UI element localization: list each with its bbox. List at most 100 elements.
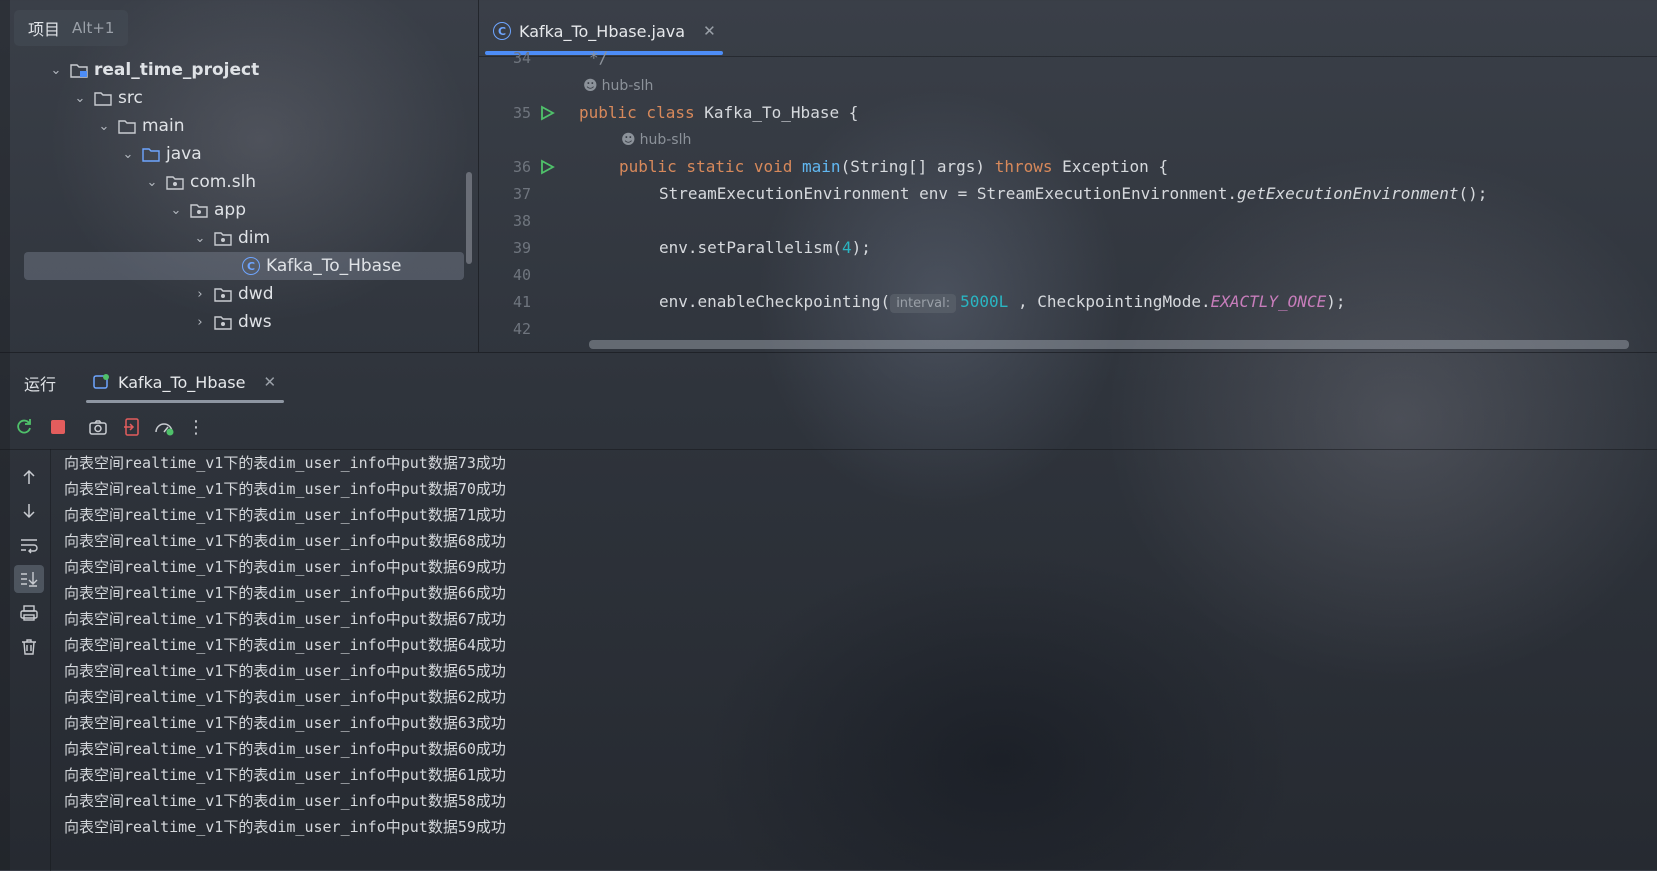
soft-wrap-icon (21, 539, 38, 554)
user-icon: ☻ (583, 78, 598, 94)
chevron-down-icon[interactable]: ⌄ (48, 63, 64, 78)
code-line-35[interactable]: 35 public class Kafka_To_Hbase { (479, 99, 1657, 126)
close-icon[interactable]: ✕ (703, 22, 716, 40)
console-side-toolbar (10, 449, 51, 871)
tree-item-java[interactable]: ⌄ java (120, 140, 202, 168)
close-icon[interactable]: ✕ (263, 373, 276, 391)
scroll-down-button[interactable] (14, 497, 44, 525)
arrow-down-icon (23, 504, 35, 519)
author-name: hub-slh (601, 78, 654, 94)
project-tree: ⌄ real_time_project ⌄ src ⌄ main ⌄ java … (0, 56, 478, 352)
clear-all-button[interactable] (14, 633, 44, 661)
code-text: env.enableCheckpointing(interval: 5000L ,… (659, 292, 1345, 313)
run-class-icon[interactable] (539, 104, 555, 121)
run-main-icon[interactable] (539, 158, 555, 175)
code-line-37[interactable]: 37 StreamExecutionEnvironment env = Stre… (479, 180, 1657, 207)
chevron-right-icon[interactable]: › (192, 315, 208, 330)
trash-icon (22, 639, 36, 655)
code-text: */ (589, 48, 609, 67)
tree-item-src[interactable]: ⌄ src (72, 84, 143, 112)
project-tool-tab[interactable]: 项目 Alt+1 (14, 10, 129, 46)
code-line-42[interactable]: 42 (479, 315, 1657, 342)
code-plain: (String[] args) (840, 157, 995, 176)
stop-icon (51, 420, 65, 434)
tree-item-label: app (214, 200, 246, 220)
code-text: public class Kafka_To_Hbase { (579, 103, 858, 122)
tree-item-label: dws (238, 312, 272, 332)
console-line: 向表空间realtime_v1下的表dim_user_info中put数据71成… (64, 506, 506, 524)
tree-scrollbar[interactable] (466, 172, 472, 264)
chevron-right-icon[interactable]: › (192, 287, 208, 302)
package-icon (214, 315, 232, 330)
line-number: 36 (512, 157, 531, 176)
editor-tab-kafka-to-hbase[interactable]: C Kafka_To_Hbase.java ✕ (493, 14, 716, 48)
rerun-button[interactable] (10, 413, 38, 441)
package-icon (190, 203, 208, 218)
code-line-36[interactable]: 36 public static void main(String[] args… (479, 153, 1657, 180)
line-number: 41 (512, 292, 531, 311)
code-method: main (802, 157, 841, 176)
run-toolbar: ⋮ (0, 405, 1657, 450)
run-tab-kafka-to-hbase[interactable]: Kafka_To_Hbase ✕ (92, 367, 276, 397)
tree-item-label: src (118, 88, 143, 108)
code-line-40[interactable]: 40 (479, 261, 1657, 288)
scroll-up-button[interactable] (14, 463, 44, 491)
code-plain: ); (851, 238, 871, 257)
stop-button[interactable] (44, 413, 72, 441)
run-header: 运行 Kafka_To_Hbase ✕ (0, 353, 1657, 405)
code-editor: C Kafka_To_Hbase.java ✕ 34 */ ☻ hub-slh … (478, 0, 1657, 352)
author-hint[interactable]: ☻ hub-slh (621, 130, 691, 150)
dump-threads-button[interactable] (84, 413, 112, 441)
code-plain: Exception { (1052, 157, 1169, 176)
module-folder-icon (70, 63, 88, 78)
console-line: 向表空间realtime_v1下的表dim_user_info中put数据67成… (64, 610, 506, 628)
tree-item-app[interactable]: ⌄ app (168, 196, 246, 224)
line-number: 38 (512, 211, 531, 230)
code-plain: env.enableCheckpointing( (659, 292, 891, 311)
code-keyword: public class (579, 103, 695, 122)
scroll-to-end-button[interactable] (14, 565, 44, 593)
code-line-38[interactable]: 38 (479, 207, 1657, 234)
tree-item-label: main (142, 116, 185, 136)
exit-button[interactable] (118, 413, 146, 441)
tree-item-main[interactable]: ⌄ main (96, 112, 185, 140)
user-icon: ☻ (621, 132, 636, 148)
code-line-39[interactable]: 39 env.setParallelism(4); (479, 234, 1657, 261)
rerun-icon (17, 419, 31, 434)
run-config-icon (93, 374, 109, 389)
arrow-up-icon (23, 469, 35, 484)
code-plain: StreamExecutionEnvironment env = StreamE… (659, 184, 1237, 203)
tree-item-dws[interactable]: › dws (192, 308, 272, 336)
tree-item-kafka-to-hbase[interactable]: C Kafka_To_Hbase (24, 252, 464, 280)
console-output[interactable]: 向表空间realtime_v1下的表dim_user_info中put数据73成… (64, 449, 1657, 871)
author-hint[interactable]: ☻ hub-slh (583, 76, 653, 96)
tree-item-label: com.slh (190, 172, 257, 192)
code-line-41[interactable]: 41 env.enableCheckpointing(interval: 5000… (479, 288, 1657, 315)
chevron-down-icon[interactable]: ⌄ (144, 175, 160, 190)
print-button[interactable] (14, 599, 44, 627)
chevron-down-icon[interactable]: ⌄ (192, 231, 208, 246)
author-name: hub-slh (639, 132, 692, 148)
profiler-button[interactable] (150, 413, 178, 441)
package-icon (214, 287, 232, 302)
console-line: 向表空间realtime_v1下的表dim_user_info中put数据63成… (64, 714, 506, 732)
chevron-down-icon[interactable]: ⌄ (120, 147, 136, 162)
project-tab-label: 项目 (28, 20, 61, 39)
console-line: 向表空间realtime_v1下的表dim_user_info中put数据58成… (64, 792, 506, 810)
soft-wrap-button[interactable] (14, 531, 44, 559)
more-options-icon[interactable]: ⋮ (182, 413, 210, 441)
line-number: 35 (512, 103, 531, 122)
speedometer-icon (155, 423, 174, 436)
chevron-down-icon[interactable]: ⌄ (72, 91, 88, 106)
console-line: 向表空间realtime_v1下的表dim_user_info中put数据73成… (64, 454, 506, 472)
tree-item-dwd[interactable]: › dwd (192, 280, 273, 308)
code-line-34[interactable]: 34 */ (479, 44, 1657, 71)
tree-item-dim[interactable]: ⌄ dim (192, 224, 271, 252)
tree-item-real-time-project[interactable]: ⌄ real_time_project (48, 56, 458, 84)
tree-item-com-slh[interactable]: ⌄ com.slh (144, 168, 257, 196)
editor-horizontal-scrollbar[interactable] (589, 340, 1629, 349)
code-number: 5000L (960, 292, 1009, 311)
chevron-down-icon[interactable]: ⌄ (96, 119, 112, 134)
console-line: 向表空间realtime_v1下的表dim_user_info中put数据68成… (64, 532, 506, 550)
chevron-down-icon[interactable]: ⌄ (168, 203, 184, 218)
